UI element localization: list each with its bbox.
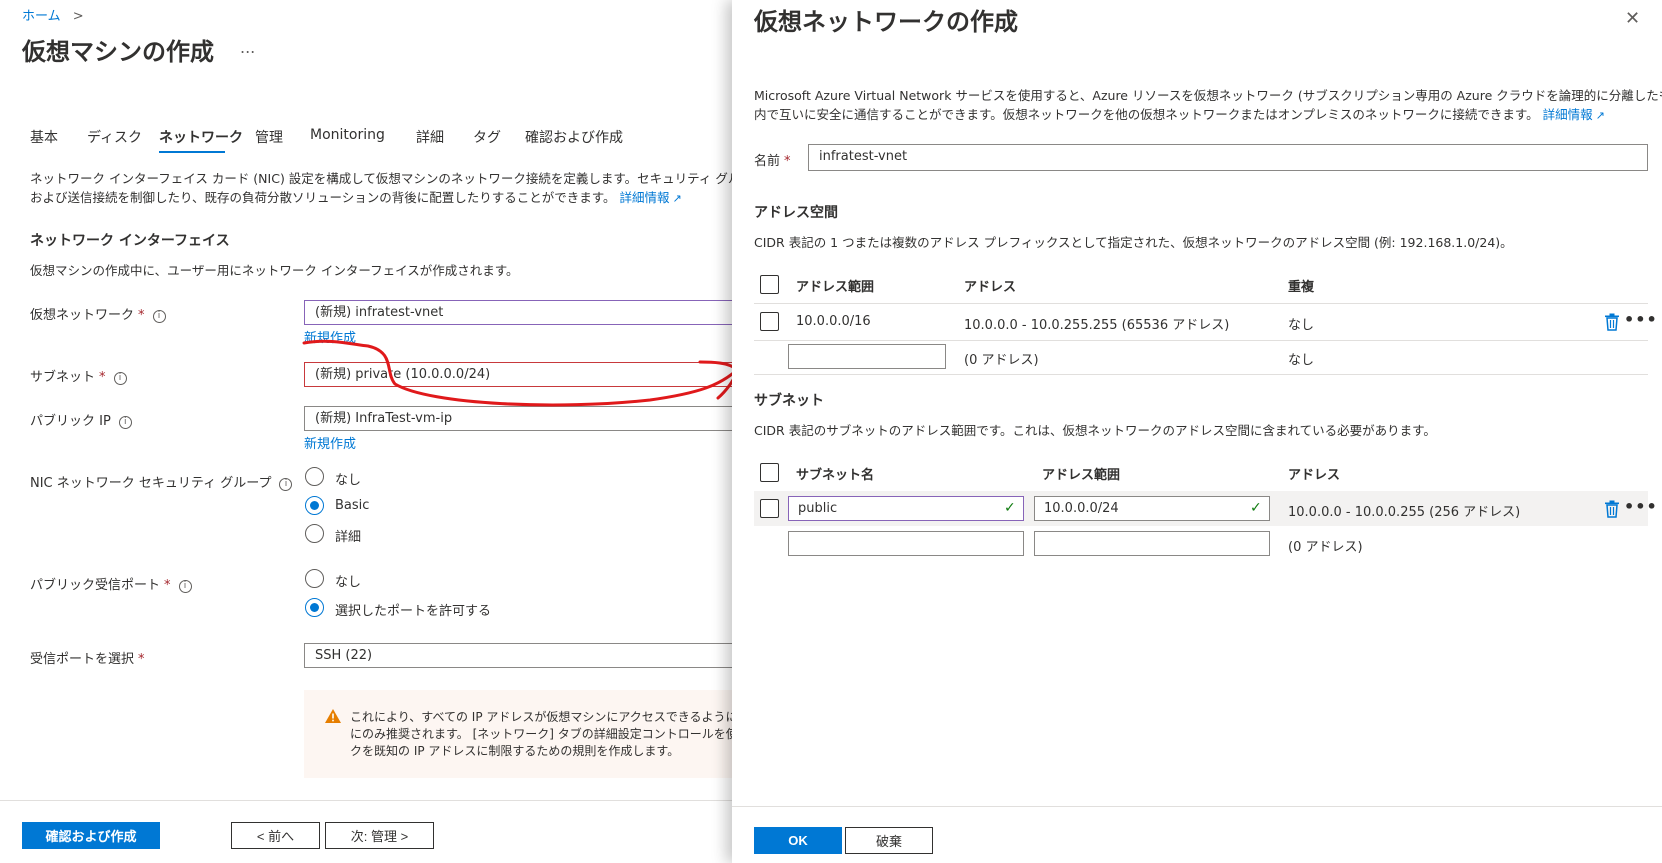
subnet-range-header: アドレス範囲 xyxy=(1042,468,1121,483)
delete-icon[interactable] xyxy=(1604,500,1620,518)
address-header: アドレス xyxy=(964,280,1017,295)
subnet-addresses-header: アドレス xyxy=(1288,468,1341,483)
valid-check-icon: ✓ xyxy=(1004,500,1016,516)
new-subnet-range-input[interactable] xyxy=(1034,531,1270,556)
new-subnet-name-input[interactable] xyxy=(788,531,1024,556)
ok-button[interactable]: OK xyxy=(754,827,842,854)
address-range-cell: 10.0.0.0/16 xyxy=(796,314,871,329)
overlap-cell: なし xyxy=(1288,318,1315,333)
required-asterisk: * xyxy=(784,154,791,169)
panel-footer-divider xyxy=(732,806,1662,807)
address-row-checkbox[interactable] xyxy=(760,312,779,331)
subnet-name-input[interactable]: public xyxy=(788,496,1024,521)
close-icon[interactable]: ✕ xyxy=(1625,8,1640,29)
table-divider xyxy=(754,303,1648,304)
delete-icon[interactable] xyxy=(1604,313,1620,331)
new-address-range-input[interactable] xyxy=(788,344,946,369)
address-space-description: CIDR 表記の 1 つまたは複数のアドレス プレフィックスとして指定された、仮… xyxy=(754,235,1513,250)
addresses-cell: (0 アドレス) xyxy=(964,353,1039,368)
vnet-name-input[interactable]: infratest-vnet xyxy=(808,144,1648,171)
discard-button[interactable]: 破棄 xyxy=(845,827,933,854)
subnet-addresses-cell: (0 アドレス) xyxy=(1288,540,1363,555)
create-vnet-panel: 仮想ネットワークの作成 ✕ Microsoft Azure Virtual Ne… xyxy=(732,0,1662,863)
subnet-addresses-cell: 10.0.0.0 - 10.0.0.255 (256 アドレス) xyxy=(1288,505,1521,520)
panel-learn-more-link[interactable]: 詳細情報 xyxy=(1543,107,1593,122)
subnet-description: CIDR 表記のサブネットのアドレス範囲です。これは、仮想ネットワークのアドレス… xyxy=(754,423,1436,438)
subnet-select-all-checkbox[interactable] xyxy=(760,463,779,482)
address-range-header: アドレス範囲 xyxy=(796,280,875,295)
overlap-cell: なし xyxy=(1288,353,1315,368)
subnet-name-header: サブネット名 xyxy=(796,468,875,483)
row-more-icon[interactable]: ••• xyxy=(1624,310,1658,329)
subnet-row-checkbox[interactable] xyxy=(760,499,779,518)
address-select-all-checkbox[interactable] xyxy=(760,275,779,294)
overlap-header: 重複 xyxy=(1288,280,1315,295)
address-space-title: アドレス空間 xyxy=(754,205,838,221)
panel-intro-line-2: 内で互いに安全に通信することができます。仮想ネットワークを他の仮想ネットワークま… xyxy=(754,107,1605,122)
name-label: 名前 * xyxy=(754,154,791,169)
addresses-cell: 10.0.0.0 - 10.0.255.255 (65536 アドレス) xyxy=(964,318,1230,333)
table-divider xyxy=(754,374,1648,375)
row-more-icon[interactable]: ••• xyxy=(1624,497,1658,516)
subnet-range-input[interactable]: 10.0.0.0/24 xyxy=(1034,496,1270,521)
panel-intro-line-1: Microsoft Azure Virtual Network サービスを使用す… xyxy=(754,88,1662,103)
table-divider xyxy=(754,340,1648,341)
table-row: public ✓ 10.0.0.0/24 ✓ 10.0.0.0 - 10.0.0… xyxy=(754,491,1657,526)
valid-check-icon: ✓ xyxy=(1250,500,1262,516)
external-link-icon: ↗ xyxy=(1595,109,1605,122)
panel-title: 仮想ネットワークの作成 xyxy=(754,8,1018,36)
subnet-title: サブネット xyxy=(754,393,824,409)
